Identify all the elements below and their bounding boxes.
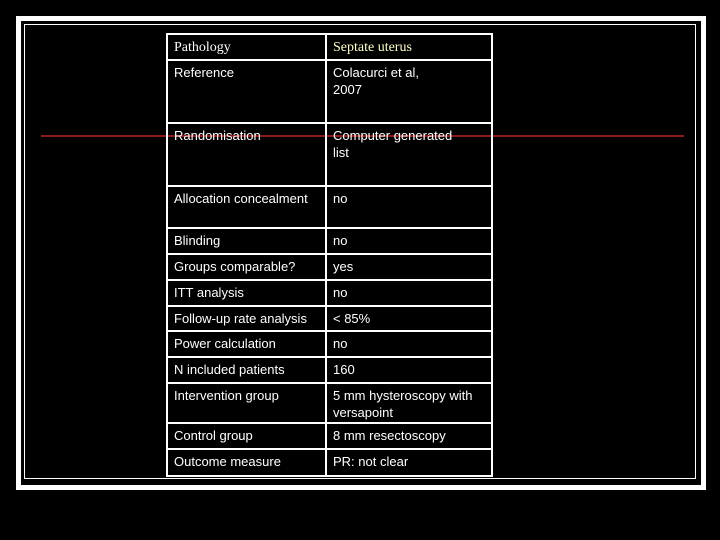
row-label: Groups comparable? — [166, 253, 327, 281]
row-value: no — [325, 185, 493, 229]
row-value: PR: not clear — [325, 448, 493, 477]
table-row: Blinding no — [166, 227, 493, 255]
row-label: ITT analysis — [166, 279, 327, 307]
row-value: < 85% — [325, 305, 493, 332]
row-label: Follow-up rate analysis — [166, 305, 327, 332]
row-value: 160 — [325, 356, 493, 384]
table-row: Follow-up rate analysis < 85% — [166, 305, 493, 332]
row-label: Blinding — [166, 227, 327, 255]
table-row: ITT analysis no — [166, 279, 493, 307]
row-value: Colacurci et al, 2007 — [325, 59, 493, 124]
row-label: Intervention group — [166, 382, 327, 424]
row-value: 5 mm hysteroscopy with versapoint — [325, 382, 493, 424]
row-value: no — [325, 330, 493, 358]
row-label: Outcome measure — [166, 448, 327, 477]
row-value: Computer generated list — [325, 122, 493, 187]
header-label: Pathology — [166, 33, 327, 61]
table-row: Reference Colacurci et al, 2007 — [166, 59, 493, 124]
row-label: Control group — [166, 422, 327, 450]
table-row: Randomisation Computer generated list — [166, 122, 493, 187]
row-label: Allocation concealment — [166, 185, 327, 229]
row-value: yes — [325, 253, 493, 281]
table-row: Intervention group 5 mm hysteroscopy wit… — [166, 382, 493, 424]
row-value: no — [325, 279, 493, 307]
row-label: N included patients — [166, 356, 327, 384]
table-row: Control group 8 mm resectoscopy — [166, 422, 493, 450]
row-value: 8 mm resectoscopy — [325, 422, 493, 450]
row-value: no — [325, 227, 493, 255]
table-row: Outcome measure PR: not clear — [166, 448, 493, 477]
header-value: Septate uterus — [325, 33, 493, 61]
row-label: Randomisation — [166, 122, 327, 187]
row-label: Reference — [166, 59, 327, 124]
table-row: Groups comparable? yes — [166, 253, 493, 281]
table-row: Allocation concealment no — [166, 185, 493, 229]
table-row: Power calculation no — [166, 330, 493, 358]
table-row: N included patients 160 — [166, 356, 493, 384]
table-header-row: Pathology Septate uterus — [166, 33, 493, 61]
row-label: Power calculation — [166, 330, 327, 358]
study-table: Pathology Septate uterus Reference Colac… — [166, 33, 493, 477]
